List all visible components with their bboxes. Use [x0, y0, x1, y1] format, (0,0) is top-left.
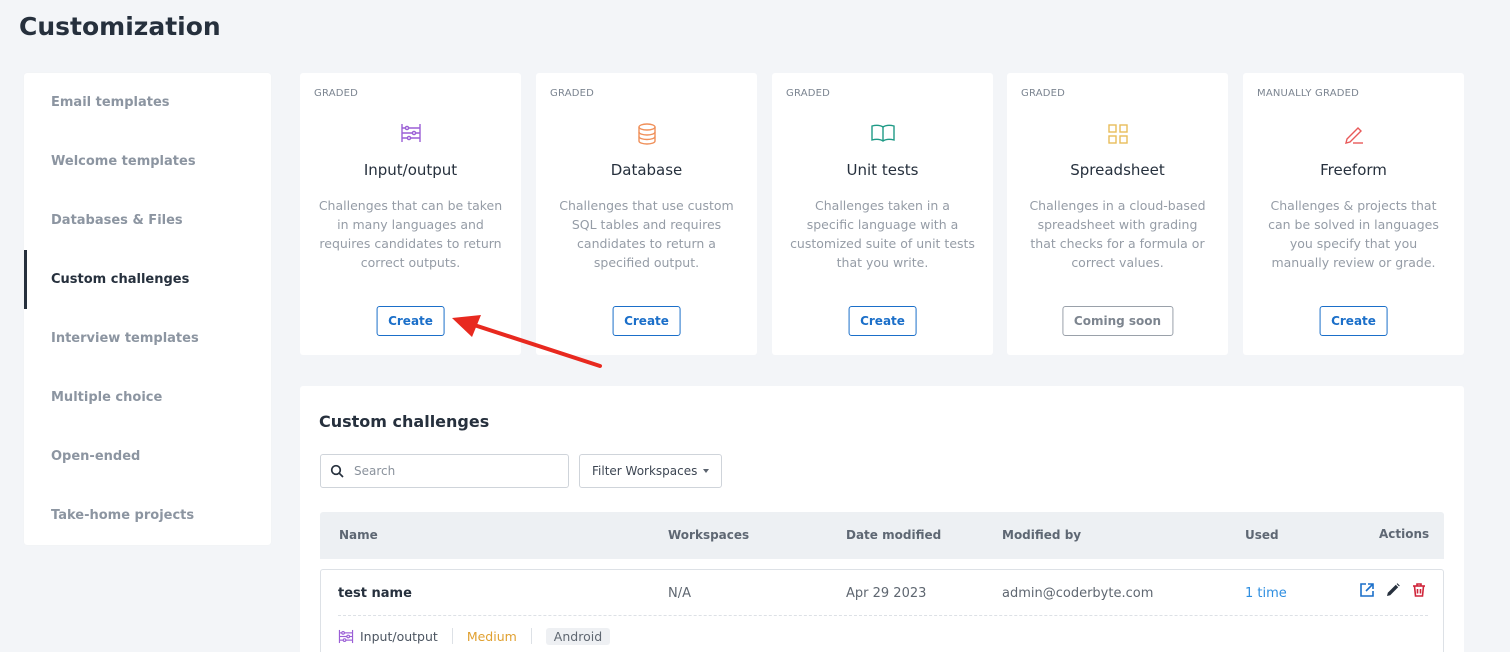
language-badge: Android: [545, 627, 611, 645]
create-freeform-button[interactable]: Create: [1319, 306, 1388, 336]
challenge-meta: Input/output Medium Android: [338, 626, 611, 646]
caret-down-icon: [703, 469, 709, 473]
column-header-actions: Actions: [1379, 527, 1430, 541]
sidebar-item-open-ended[interactable]: Open-ended: [24, 427, 271, 486]
card-title: Unit tests: [846, 161, 919, 179]
edit-pencil-icon[interactable]: [1385, 582, 1401, 598]
difficulty-label: Medium: [466, 628, 517, 644]
card-description: Challenges in a cloud-based spreadsheet …: [1029, 198, 1206, 270]
sidebar-item-email-templates[interactable]: Email templates: [24, 73, 271, 132]
create-database-button[interactable]: Create: [612, 306, 681, 336]
column-header-workspaces[interactable]: Workspaces: [668, 512, 749, 559]
abacus-icon: [338, 629, 354, 643]
column-header-name[interactable]: Name: [339, 512, 378, 559]
challenge-date-modified: Apr 29 2023: [846, 586, 927, 601]
filter-workspaces-dropdown[interactable]: Filter Workspaces: [579, 454, 722, 488]
challenge-name[interactable]: test name: [338, 584, 412, 604]
challenge-type-label: Input/output: [360, 628, 438, 644]
meta-separator: [530, 628, 532, 644]
search-icon: [330, 464, 344, 478]
create-unit-tests-button[interactable]: Create: [848, 306, 917, 336]
sidebar-item-take-home-projects[interactable]: Take-home projects: [24, 486, 271, 545]
open-book-icon: [772, 123, 993, 147]
column-header-used[interactable]: Used: [1245, 512, 1279, 559]
challenge-type-card-input-output: GRADED Input/output Challenges that can …: [300, 73, 521, 355]
challenge-type-card-unit-tests: GRADED Unit tests Challenges taken in a …: [772, 73, 993, 355]
card-description: Challenges that can be taken in many lan…: [318, 198, 503, 270]
meta-separator: [451, 628, 453, 644]
trash-icon[interactable]: [1411, 582, 1427, 598]
table-header: Name Workspaces Date modified Modified b…: [320, 512, 1444, 559]
pencil-icon: [1243, 123, 1464, 147]
section-title: Custom challenges: [319, 412, 490, 431]
sidebar-item-custom-challenges[interactable]: Custom challenges: [24, 250, 271, 309]
coming-soon-button[interactable]: Coming soon: [1061, 306, 1174, 336]
card-description: Challenges that use custom SQL tables an…: [559, 198, 734, 270]
challenge-modified-by: admin@coderbyte.com: [1002, 586, 1154, 601]
column-header-modified-by[interactable]: Modified by: [1002, 512, 1081, 559]
search-box: [320, 454, 569, 488]
challenge-used-count[interactable]: 1 time: [1245, 584, 1287, 604]
search-input[interactable]: [354, 456, 564, 486]
sidebar-item-welcome-templates[interactable]: Welcome templates: [24, 132, 271, 191]
abacus-icon: [300, 123, 521, 147]
custom-challenges-panel: Custom challenges Filter Workspaces Name…: [300, 386, 1464, 652]
card-tag: GRADED: [1021, 88, 1066, 99]
row-actions: [1359, 582, 1427, 598]
challenge-type-card-spreadsheet: GRADED Spreadsheet Challenges in a cloud…: [1007, 73, 1228, 355]
challenge-workspaces: N/A: [668, 586, 691, 601]
card-description: Challenges & projects that can be solved…: [1268, 198, 1439, 270]
card-tag: GRADED: [314, 88, 359, 99]
sidebar-item-multiple-choice[interactable]: Multiple choice: [24, 368, 271, 427]
table-row[interactable]: test name N/A Apr 29 2023 admin@coderbyt…: [320, 569, 1444, 652]
challenge-type-card-database: GRADED Database Challenges that use cust…: [536, 73, 757, 355]
card-title: Database: [610, 161, 683, 179]
card-title: Spreadsheet: [1070, 161, 1165, 179]
challenge-type-card-freeform: MANUALLY GRADED Freeform Challenges & pr…: [1243, 73, 1464, 355]
card-tag: GRADED: [550, 88, 595, 99]
sidebar: Email templates Welcome templates Databa…: [24, 73, 271, 545]
open-external-icon[interactable]: [1359, 582, 1375, 598]
sidebar-item-databases-files[interactable]: Databases & Files: [24, 191, 271, 250]
sidebar-item-interview-templates[interactable]: Interview templates: [24, 309, 271, 368]
card-tag: MANUALLY GRADED: [1257, 88, 1360, 99]
challenge-type: Input/output: [338, 629, 438, 644]
create-input-output-button[interactable]: Create: [376, 306, 445, 336]
grid-icon: [1007, 123, 1228, 147]
card-title: Input/output: [363, 161, 458, 179]
database-icon: [536, 123, 757, 147]
card-description: Challenges taken in a specific language …: [790, 198, 975, 270]
column-header-date-modified[interactable]: Date modified: [846, 512, 941, 559]
card-title: Freeform: [1320, 161, 1387, 179]
row-divider: [338, 615, 1428, 616]
filter-workspaces-label: Filter Workspaces: [592, 464, 698, 478]
card-tag: GRADED: [786, 88, 831, 99]
page-title: Customization: [19, 12, 221, 41]
